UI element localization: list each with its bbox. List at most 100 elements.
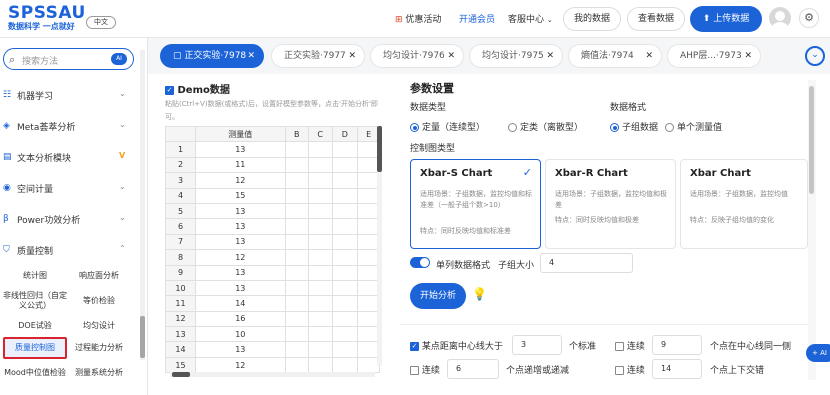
- grid-column-header[interactable]: D: [331, 125, 359, 143]
- row-number[interactable]: 10: [165, 279, 196, 297]
- grid-cell[interactable]: [307, 341, 333, 358]
- grid-scroll-thumb[interactable]: [377, 126, 382, 172]
- sub-item-chart[interactable]: 统计图: [3, 265, 67, 287]
- sidebar-scroll-thumb[interactable]: [140, 316, 145, 358]
- grid-cell[interactable]: [284, 187, 309, 204]
- rule-4[interactable]: 连续: [615, 363, 645, 376]
- grid-cell[interactable]: [307, 326, 333, 343]
- grid-cell[interactable]: [331, 233, 359, 251]
- grid-cell[interactable]: 13: [195, 233, 286, 251]
- grid-cell[interactable]: [331, 341, 359, 358]
- grid-cell[interactable]: 15: [195, 187, 286, 204]
- row-number[interactable]: 1: [165, 141, 196, 158]
- logo[interactable]: SPSSAU: [8, 3, 86, 23]
- grid-cell[interactable]: 11: [195, 156, 286, 174]
- avatar[interactable]: [769, 7, 791, 29]
- grid-cell[interactable]: 16: [195, 310, 286, 328]
- radio-off-icon[interactable]: [665, 123, 674, 132]
- checkbox-unchecked-icon[interactable]: [615, 342, 624, 351]
- ai-float-button[interactable]: + AI: [806, 344, 830, 362]
- tab-item[interactable]: 正交实验·7977 ✕: [271, 44, 365, 68]
- sidebar-section-power[interactable]: β Power功效分析 ⌄: [0, 205, 140, 235]
- close-icon[interactable]: ✕: [546, 45, 554, 67]
- grid-column-header[interactable]: B: [284, 125, 309, 143]
- grid-cell[interactable]: [284, 326, 309, 343]
- sidebar-section-text[interactable]: ▤ 文本分析模块 V: [0, 143, 140, 173]
- row-number[interactable]: 8: [165, 249, 196, 266]
- nav-member[interactable]: 开通会员: [459, 12, 495, 25]
- row-number[interactable]: 2: [165, 156, 196, 174]
- radio-quant[interactable]: 定量（连续型）: [410, 120, 485, 133]
- grid-cell[interactable]: [284, 295, 309, 312]
- checkbox-unchecked-icon[interactable]: [615, 366, 624, 375]
- sub-item-capability[interactable]: 过程能力分析: [67, 337, 131, 359]
- grid-cell[interactable]: [307, 310, 333, 328]
- rule-2-input[interactable]: 9: [652, 335, 702, 355]
- grid-horizontal-scrollbar[interactable]: [170, 372, 375, 377]
- grid-cell[interactable]: [331, 249, 359, 266]
- rule-3-input[interactable]: 6: [447, 359, 499, 379]
- sub-item-msa[interactable]: 测量系统分析: [67, 361, 131, 385]
- grid-cell[interactable]: [307, 141, 333, 158]
- row-number[interactable]: 6: [165, 218, 196, 235]
- grid-cell[interactable]: [331, 218, 359, 235]
- card-xbar-r[interactable]: Xbar-R Chart 适用场景：子组数据，监控均值和极差 特点：同时反映均值…: [545, 159, 676, 249]
- grid-cell[interactable]: [307, 156, 333, 174]
- language-select[interactable]: 中文: [86, 16, 116, 29]
- grid-cell[interactable]: [307, 202, 333, 220]
- view-data-button[interactable]: 查看数据: [627, 7, 685, 31]
- tab-item[interactable]: AHP层...·7973 ✕: [667, 44, 761, 68]
- params-scrollbar[interactable]: [808, 80, 816, 380]
- row-number[interactable]: 14: [165, 341, 196, 358]
- row-number[interactable]: 4: [165, 187, 196, 204]
- single-column-toggle[interactable]: [410, 257, 430, 268]
- data-grid[interactable]: 测量值 B C D E 1 13 2 11 3 12 4 15 5 13 6 13 7 13 8 12 9 13 10 13 1…: [165, 125, 380, 374]
- grid-cell[interactable]: [331, 310, 359, 328]
- grid-column-header[interactable]: C: [307, 125, 333, 143]
- lightbulb-icon[interactable]: 💡: [472, 287, 487, 301]
- row-number[interactable]: 15: [165, 356, 196, 374]
- sidebar-section-meta[interactable]: ◈ Meta荟萃分析 ⌄: [0, 112, 140, 142]
- row-number[interactable]: 5: [165, 202, 196, 220]
- close-icon[interactable]: ✕: [645, 45, 653, 67]
- radio-single[interactable]: 单个测量值: [665, 120, 722, 133]
- close-icon[interactable]: ✕: [247, 45, 255, 67]
- radio-off-icon[interactable]: [508, 123, 517, 132]
- grid-cell[interactable]: [284, 279, 309, 297]
- grid-cell[interactable]: 12: [195, 356, 286, 374]
- row-number[interactable]: 7: [165, 233, 196, 251]
- grid-cell[interactable]: [284, 156, 309, 174]
- ai-badge[interactable]: AI: [111, 53, 127, 65]
- grid-cell[interactable]: [331, 295, 359, 312]
- sub-item-rsm[interactable]: 响应面分析: [67, 265, 131, 287]
- sidebar-section-ml[interactable]: ☷ 机器学习 ⌄: [0, 81, 140, 111]
- grid-cell[interactable]: [307, 295, 333, 312]
- grid-cell[interactable]: 14: [195, 295, 286, 312]
- grid-cell[interactable]: [307, 249, 333, 266]
- rule-1-input[interactable]: 3: [512, 335, 562, 355]
- grid-cell[interactable]: [284, 356, 309, 374]
- grid-cell[interactable]: [307, 264, 333, 281]
- grid-cell[interactable]: [331, 172, 359, 189]
- row-number[interactable]: 12: [165, 310, 196, 328]
- grid-cell[interactable]: [331, 202, 359, 220]
- search-input[interactable]: ⌕ 搜索方法 AI: [3, 48, 134, 70]
- grid-cell[interactable]: 13: [195, 141, 286, 158]
- grid-column-header[interactable]: 测量值: [195, 125, 286, 143]
- nav-promo[interactable]: ⊞ 优惠活动: [395, 12, 441, 25]
- row-number[interactable]: 13: [165, 326, 196, 343]
- card-xbar[interactable]: Xbar Chart 适用场景：子组数据，监控均值 特点：反映子组均值的变化: [680, 159, 808, 249]
- grid-cell[interactable]: 10: [195, 326, 286, 343]
- grid-cell[interactable]: [307, 218, 333, 235]
- grid-cell[interactable]: [284, 264, 309, 281]
- grid-cell[interactable]: [331, 156, 359, 174]
- grid-hscroll-thumb[interactable]: [172, 372, 190, 377]
- grid-cell[interactable]: [331, 356, 359, 374]
- my-data-button[interactable]: 我的数据: [563, 7, 621, 31]
- start-analysis-button[interactable]: 开始分析: [410, 283, 466, 309]
- grid-cell[interactable]: [284, 249, 309, 266]
- rule-4-input[interactable]: 14: [652, 359, 702, 379]
- rule-3[interactable]: 连续: [410, 363, 440, 376]
- close-icon[interactable]: ✕: [447, 45, 455, 67]
- checkbox-checked-icon[interactable]: ✓: [165, 85, 174, 95]
